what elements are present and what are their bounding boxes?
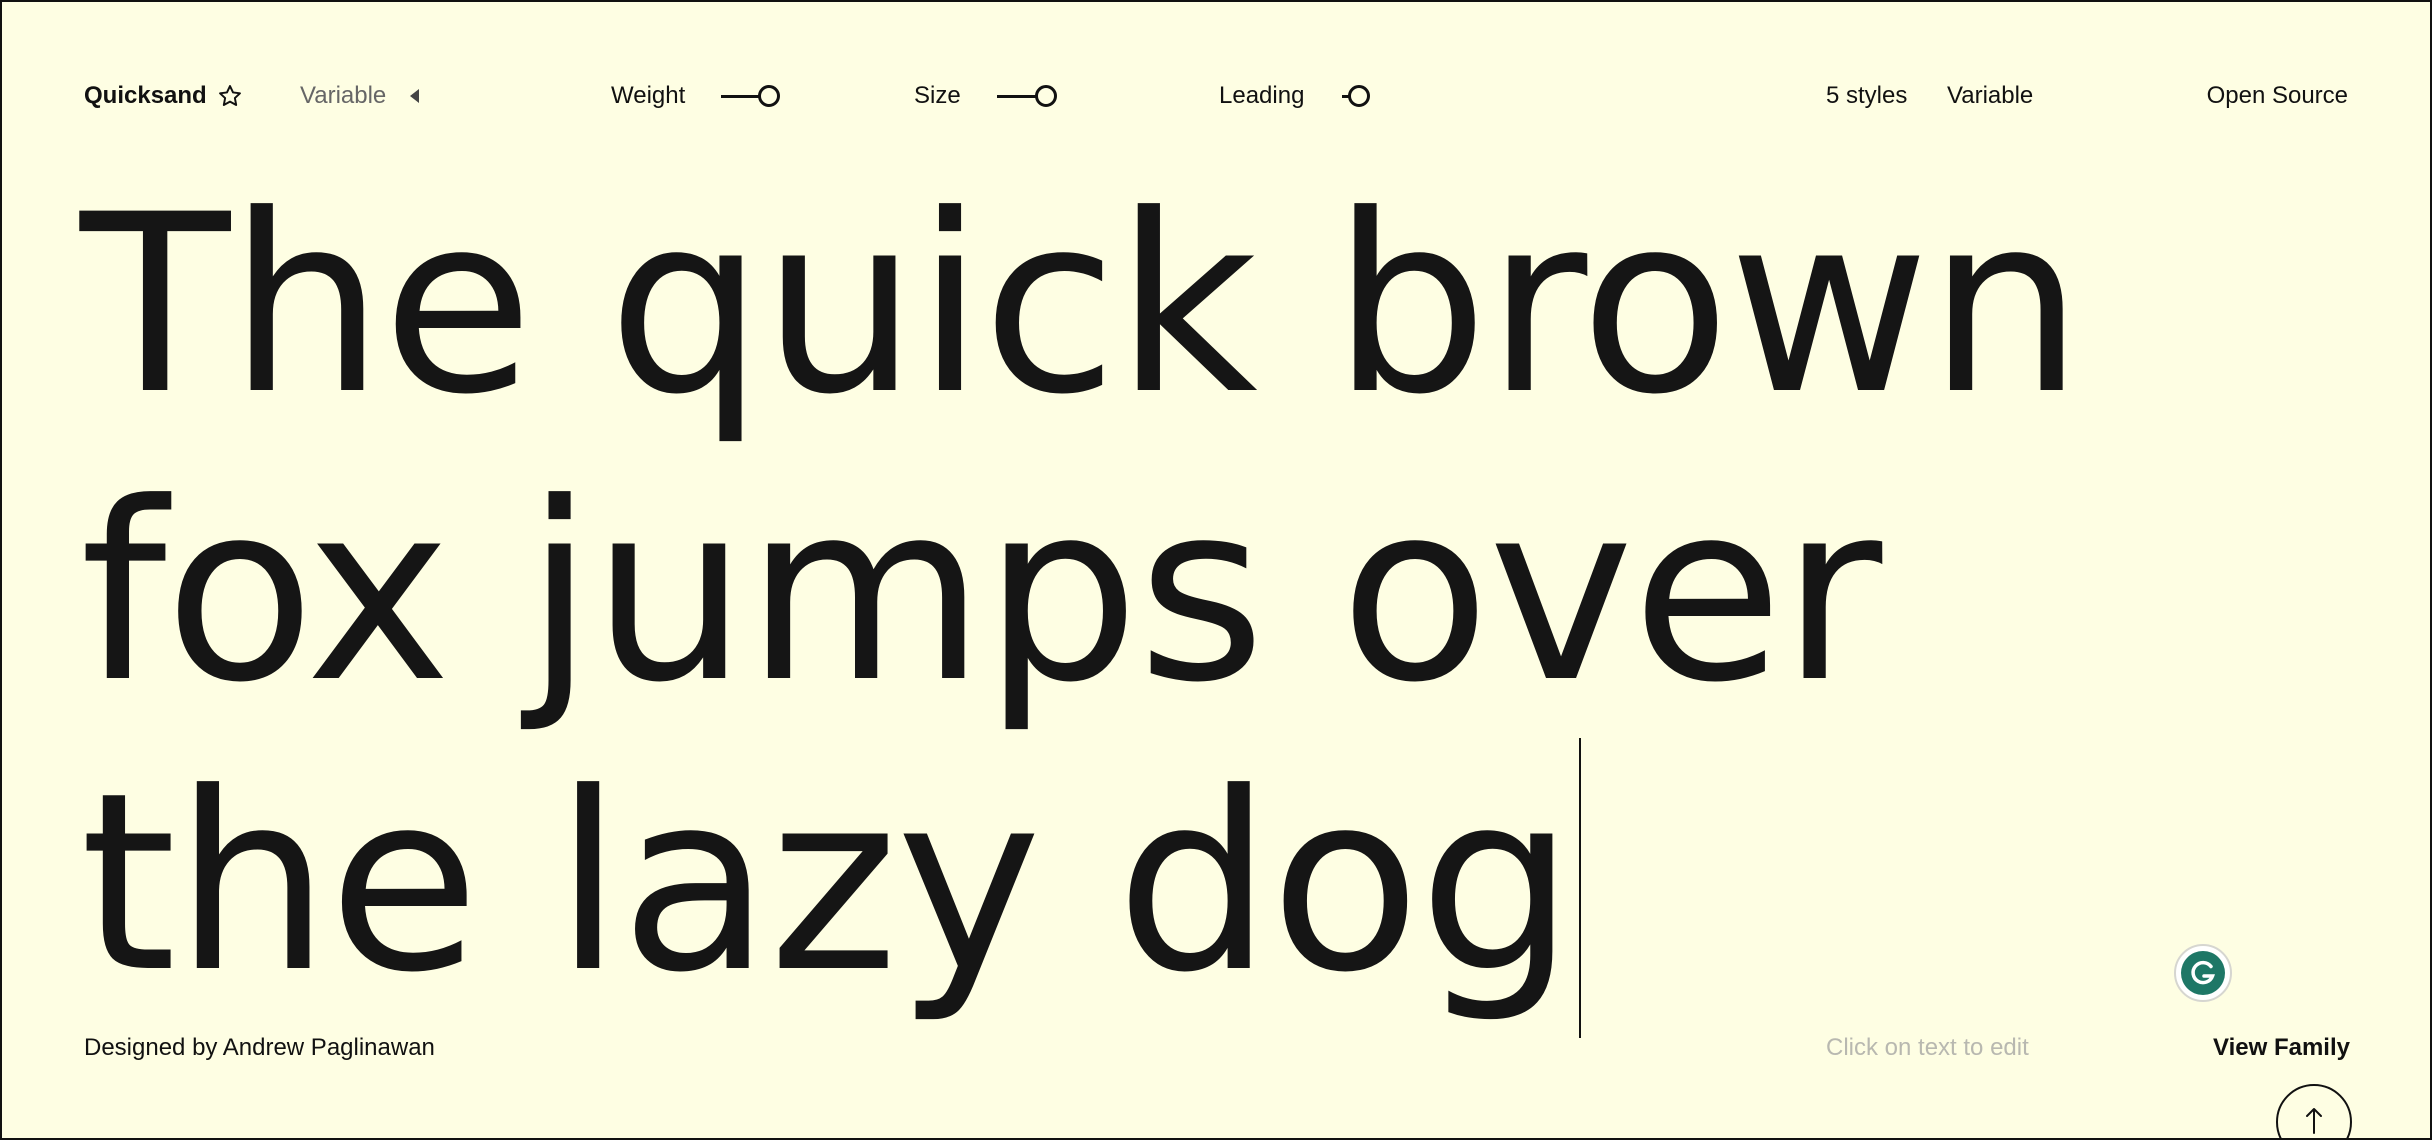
license-link[interactable]: Open Source <box>2207 82 2348 110</box>
view-family-link[interactable]: View Family <box>2213 1034 2350 1062</box>
weight-control: Weight <box>611 82 789 110</box>
size-label: Size <box>914 82 961 109</box>
grammarly-icon <box>2179 949 2227 997</box>
size-slider-track <box>996 95 1037 98</box>
weight-label: Weight <box>611 82 686 109</box>
leading-slider[interactable] <box>1342 84 1384 108</box>
font-type-text: Variable <box>1947 82 2034 109</box>
styles-count: 5 styles <box>1826 82 1907 110</box>
weight-slider-thumb[interactable] <box>758 85 781 107</box>
weight-slider[interactable] <box>721 84 789 108</box>
triangle-left-icon[interactable] <box>408 88 420 104</box>
size-slider[interactable] <box>996 84 1067 108</box>
arrow-up-icon <box>2304 1106 2324 1134</box>
weight-slider-track <box>721 95 761 98</box>
scroll-top-button[interactable] <box>2276 1084 2352 1138</box>
text-caret <box>1578 738 1581 1038</box>
star-outline-icon[interactable] <box>217 83 243 109</box>
variable-selector-label: Variable <box>300 82 387 109</box>
family-title[interactable]: Quicksand <box>84 82 243 110</box>
edit-hint: Click on text to edit <box>1826 1034 2029 1061</box>
leading-label: Leading <box>1219 82 1305 109</box>
specimen-text-editor[interactable]: The quick brown fox jumps over the lazy … <box>80 162 2320 1038</box>
variable-selector[interactable]: Variable <box>300 82 420 110</box>
family-name: Quicksand <box>84 82 207 109</box>
font-card: Quicksand Variable Weight Size Leading 5… <box>0 0 2432 1140</box>
license-text: Open Source <box>2206 82 2348 109</box>
designer-credit: Designed by Andrew Paglinawan <box>84 1034 435 1061</box>
grammarly-button[interactable] <box>2174 944 2232 1002</box>
leading-control: Leading <box>1219 82 1384 110</box>
size-control: Size <box>914 82 1067 110</box>
specimen-text: The quick brown fox jumps over the lazy … <box>80 163 2084 1027</box>
font-toolbar: Quicksand Variable Weight Size Leading 5… <box>84 72 2348 120</box>
leading-slider-thumb[interactable] <box>1348 85 1371 107</box>
font-type: Variable <box>1947 82 2033 110</box>
size-slider-thumb[interactable] <box>1034 85 1057 107</box>
styles-count-text: 5 styles <box>1826 82 1908 109</box>
